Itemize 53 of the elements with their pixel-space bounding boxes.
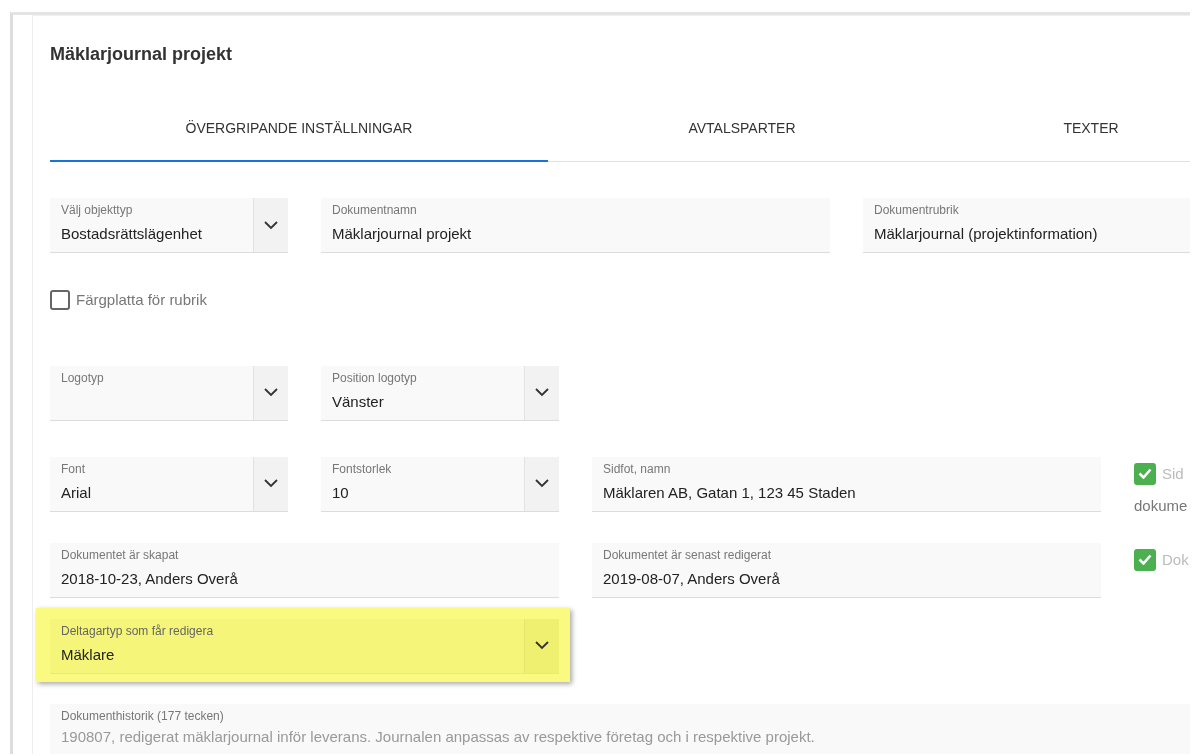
checkmark-icon	[1138, 554, 1152, 566]
field-value: 190807, redigerat mäklarjournal inför leverans. Journalen anpassas av respektive företag och i respektive projekt.	[61, 726, 816, 747]
field-label: Dokumentet är skapat	[61, 547, 180, 563]
dropdown-field[interactable]: Position logotyp Vänster	[321, 365, 559, 421]
text-field[interactable]: Dokumentet är senast redigerat 2019-08-07, Anders Overå	[592, 542, 1101, 598]
checkbox-label: dokume	[1134, 496, 1189, 516]
dropdown-field[interactable]: Deltagartyp som får redigera Mäklare	[50, 618, 559, 674]
chevron-down-icon	[535, 641, 549, 650]
checkbox[interactable]	[1134, 462, 1156, 485]
field-label: Dokumentnamn	[332, 203, 418, 218]
field-label: Välj objekttyp	[61, 203, 134, 218]
chevron-down-icon	[264, 220, 278, 230]
field-value: Mäklarjournal projekt	[332, 224, 473, 244]
checkmark-icon	[1138, 468, 1152, 480]
chevron-down-icon	[535, 479, 549, 488]
field-value: Mäklaren AB, Gatan 1, 123 45 Staden	[603, 482, 857, 503]
field-value: Bostadsrättslägenhet	[61, 224, 203, 244]
field-label: Position logotyp	[332, 370, 418, 386]
tab[interactable]: AVTALSPARTER	[548, 104, 936, 162]
checkbox-label: Färgplatta för rubrik	[76, 290, 207, 310]
text-field[interactable]: Dokumentnamn Mäklarjournal projekt	[321, 198, 830, 253]
field-label: Deltagartyp som får redigera	[61, 623, 215, 639]
field-label: Logotyp	[61, 370, 105, 386]
field-label: Sidfot, namn	[603, 461, 672, 477]
dropdown-field[interactable]: Font Arial	[50, 456, 288, 512]
field-value: Vänster	[332, 391, 385, 412]
dropdown-field[interactable]: Fontstorlek 10	[321, 456, 559, 512]
dropdown-field[interactable]: Välj objekttyp Bostadsrättslägenhet	[50, 198, 288, 253]
checkbox[interactable]	[50, 290, 70, 311]
text-field[interactable]: Dokumentet är skapat 2018-10-23, Anders Overå	[50, 542, 559, 598]
page-title: Mäklarjournal projekt	[50, 43, 234, 66]
chevron-down-icon	[535, 388, 549, 397]
field-value: Arial	[61, 482, 92, 503]
checkbox-label: Dok	[1162, 549, 1189, 570]
checkbox-label: Sid	[1162, 463, 1184, 484]
checkbox[interactable]	[1134, 548, 1156, 571]
field-label: Dokumentrubrik	[874, 203, 960, 218]
field-value: Mäklarjournal (projektinformation)	[874, 224, 1099, 244]
field-value: 10	[332, 482, 350, 503]
dropdown-field[interactable]: Logotyp	[50, 365, 288, 421]
field-label: Dokumentet är senast redigerat	[603, 547, 773, 563]
chevron-down-icon	[264, 388, 278, 397]
field-value: 2018-10-23, Anders Overå	[61, 568, 239, 589]
field-label: Fontstorlek	[332, 461, 393, 477]
field-label: Dokumenthistorik (177 tecken)	[61, 708, 225, 724]
tab[interactable]: TEXTER	[936, 104, 1190, 162]
field-value: 2019-08-07, Anders Overå	[603, 568, 781, 589]
chevron-down-icon	[264, 479, 278, 488]
field-label: Font	[61, 461, 86, 477]
tab[interactable]: ÖVERGRIPANDE INSTÄLLNINGAR	[50, 104, 548, 162]
field-value: Mäklare	[61, 644, 116, 665]
text-field[interactable]: Dokumentrubrik Mäklarjournal (projektinformation)	[863, 198, 1190, 253]
text-field[interactable]: Sidfot, namn Mäklaren AB, Gatan 1, 123 45 Staden	[592, 456, 1101, 512]
